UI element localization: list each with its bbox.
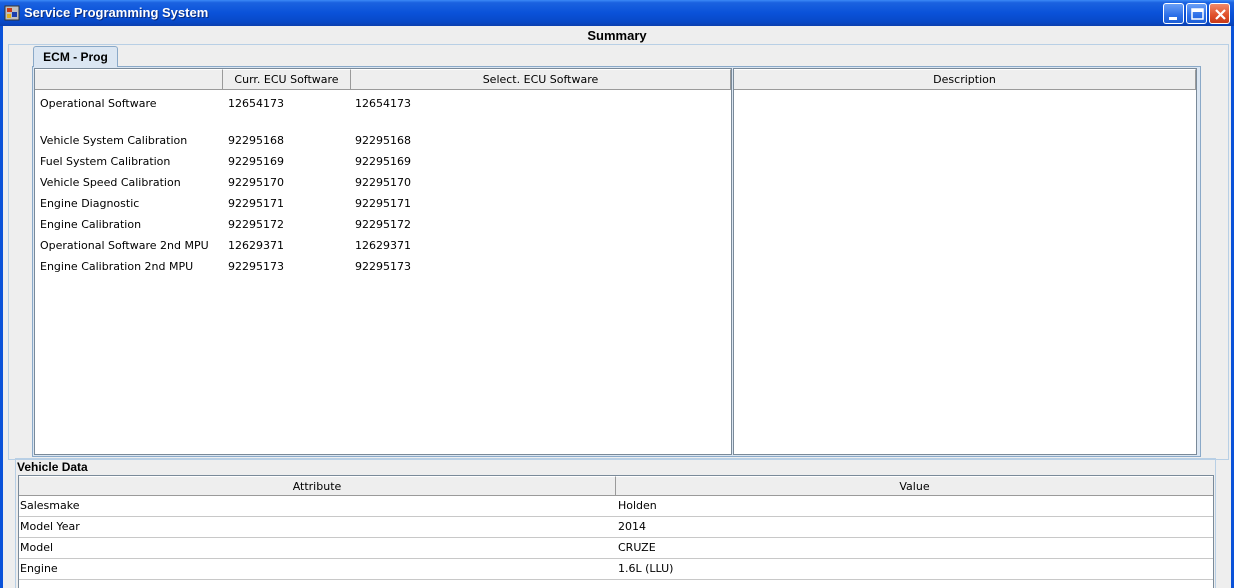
table-row[interactable]: Model CRUZE (19, 538, 1213, 559)
table-row[interactable]: Operational Software 2nd MPU 12629371 12… (35, 238, 731, 254)
row-current: 92295169 (228, 155, 284, 168)
summary-heading: Summary (587, 28, 647, 43)
attribute-cell: Model (20, 541, 54, 554)
column-header-attribute[interactable]: Attribute (19, 476, 616, 496)
description-panel: Description (733, 68, 1197, 455)
table-row[interactable]: Engine Diagnostic 92295171 92295171 (35, 196, 731, 212)
table-row[interactable]: Engine Calibration 92295172 92295172 (35, 217, 731, 233)
row-selected: 12629371 (355, 239, 411, 252)
row-selected: 92295173 (355, 260, 411, 273)
row-selected: 92295169 (355, 155, 411, 168)
maximize-icon (1191, 8, 1204, 20)
window-title: Service Programming System (24, 5, 209, 20)
column-header-current-software[interactable]: Curr. ECU Software (223, 69, 351, 90)
row-current: 92295172 (228, 218, 284, 231)
row-name: Operational Software (40, 97, 157, 110)
row-selected: 92295170 (355, 176, 411, 189)
row-current: 12629371 (228, 239, 284, 252)
vehicle-data-table: Attribute Value Salesmake Holden Model Y… (18, 475, 1214, 588)
value-cell: 1.6L (LLU) (618, 562, 674, 575)
column-header-name[interactable] (35, 69, 223, 90)
table-row[interactable]: Engine 1.6L (LLU) (19, 559, 1213, 580)
row-name: Engine Calibration 2nd MPU (40, 260, 194, 273)
value-cell: 2014 (618, 520, 646, 533)
minimize-icon (1169, 17, 1177, 20)
close-icon (1215, 9, 1226, 20)
table-row[interactable]: Salesmake Holden (19, 496, 1213, 517)
column-header-selected-software[interactable]: Select. ECU Software (351, 69, 731, 90)
ecu-software-table: Curr. ECU Software Select. ECU Software … (34, 68, 732, 455)
table-row[interactable]: Engine Calibration 2nd MPU 92295173 9229… (35, 259, 731, 275)
row-current: 92295170 (228, 176, 284, 189)
row-current: 92295171 (228, 197, 284, 210)
column-header-value[interactable]: Value (616, 476, 1213, 496)
attribute-cell: Engine (20, 562, 58, 575)
row-selected: 92295168 (355, 134, 411, 147)
tab-ecm-prog[interactable]: ECM - Prog (33, 46, 118, 67)
row-name: Vehicle Speed Calibration (40, 176, 181, 189)
table-row[interactable]: Operational Software 12654173 12654173 (35, 96, 731, 112)
row-name: Vehicle System Calibration (40, 134, 188, 147)
maximize-button[interactable] (1186, 3, 1207, 24)
window-frame-left (0, 26, 3, 588)
row-selected: 12654173 (355, 97, 411, 110)
value-cell: CRUZE (618, 541, 656, 554)
close-button[interactable] (1209, 3, 1230, 24)
row-name: Engine Diagnostic (40, 197, 140, 210)
table-row[interactable]: Vehicle Speed Calibration 92295170 92295… (35, 175, 731, 191)
attribute-cell: Model Year (20, 520, 80, 533)
row-name: Engine Calibration (40, 218, 142, 231)
attribute-cell: Salesmake (20, 499, 80, 512)
minimize-button[interactable] (1163, 3, 1184, 24)
column-header-description[interactable]: Description (734, 69, 1196, 90)
row-current: 12654173 (228, 97, 284, 110)
row-selected: 92295172 (355, 218, 411, 231)
row-name: Operational Software 2nd MPU (40, 239, 209, 252)
table-row[interactable]: Vehicle System Calibration 92295168 9229… (35, 133, 731, 149)
table-row[interactable]: Model Year 2014 (19, 517, 1213, 538)
row-current: 92295173 (228, 260, 284, 273)
title-bar: Service Programming System (0, 0, 1234, 26)
row-name: Fuel System Calibration (40, 155, 171, 168)
row-current: 92295168 (228, 134, 284, 147)
row-selected: 92295171 (355, 197, 411, 210)
value-cell: Holden (618, 499, 657, 512)
table-row[interactable]: Fuel System Calibration 92295169 9229516… (35, 154, 731, 170)
app-icon[interactable] (4, 5, 20, 21)
vehicle-data-title: Vehicle Data (17, 460, 88, 474)
